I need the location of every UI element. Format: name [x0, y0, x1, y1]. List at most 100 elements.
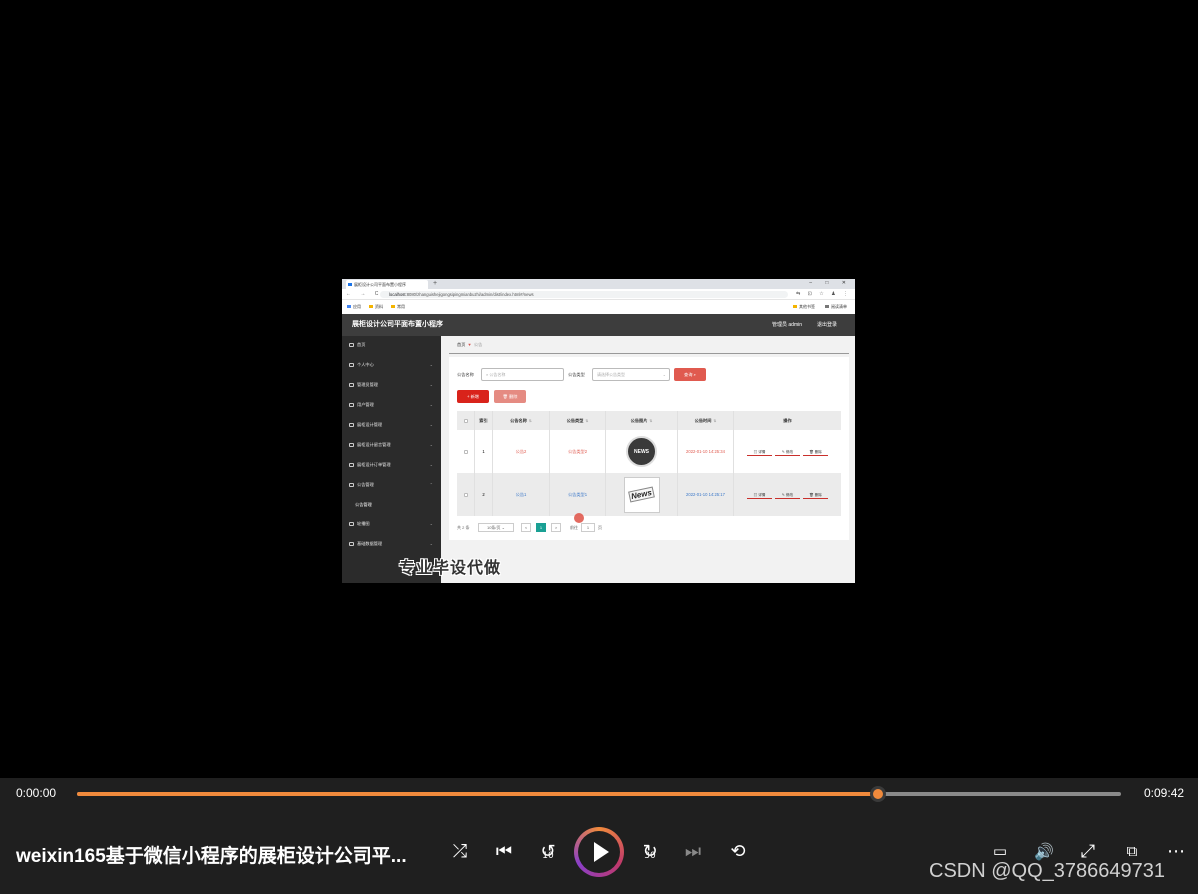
edit-button[interactable]: ✎ 修改	[775, 448, 800, 456]
name-search-input[interactable]: ⌕ 公告名称	[481, 368, 564, 381]
sidebar-item-orders[interactable]: 展柜设计订单管理 ⌄	[342, 459, 441, 471]
repeat-off-icon[interactable]: ⟲	[723, 836, 753, 866]
prev-page-button[interactable]: <	[521, 523, 531, 532]
table-row: 1 公告2 公告类型2 NEWS 2022-01-10 14:25:34 ▤ 详…	[457, 430, 841, 473]
rewind-10-icon[interactable]: ↺ 10	[533, 836, 563, 866]
seek-thumb[interactable]	[869, 786, 886, 802]
watermark-text: 专业毕设代做	[399, 560, 502, 577]
window-controls[interactable]: – □ ✕	[809, 279, 852, 288]
page-size-select[interactable]: 10条/页 ⌄	[478, 523, 514, 532]
bookmark-other[interactable]: 其他书签	[793, 300, 815, 314]
sidebar-item-design[interactable]: 展柜设计管理 ⌄	[342, 419, 441, 431]
bookmark-reading-list[interactable]: 阅读清单	[825, 300, 847, 314]
row-image[interactable]: NEWS	[606, 430, 678, 473]
url-field[interactable]: localhost:8080/zhanguishejigongsipingmia…	[380, 291, 788, 298]
header-image[interactable]: 公告图片 ⇅	[606, 411, 678, 430]
edit-button[interactable]: ✎ 修改	[775, 491, 800, 499]
sidebar-item-messages[interactable]: 展柜设计留言管理 ⌄	[342, 439, 441, 451]
browser-toolbar-icons[interactable]: ⇆ ⊡ ☆ ♟ ⋮	[796, 289, 851, 300]
pager-total: 共 2 条	[457, 525, 470, 530]
sidebar-item-home[interactable]: 首页	[342, 339, 441, 351]
header-type[interactable]: 公告类型 ⇅	[550, 411, 606, 430]
detail-button[interactable]: ▤ 详情	[747, 491, 772, 499]
header-time[interactable]: 公告时间 ⇅	[678, 411, 734, 430]
seek-bar[interactable]	[77, 786, 1121, 802]
sidebar-item-profile[interactable]: 个人中心 ⌄	[342, 359, 441, 371]
reading-list-icon	[825, 305, 829, 309]
select-all-checkbox[interactable]	[457, 411, 475, 430]
video-title: weixin165基于微信小程序的展柜设计公司平...	[16, 846, 407, 867]
search-icon: ⌕	[693, 372, 696, 377]
query-button[interactable]: 查询 ⌕	[674, 368, 706, 381]
row-name: 公告1	[493, 473, 550, 516]
sort-icon: ⇅	[528, 418, 532, 423]
address-bar-row: ← → C localhost:8080/zhanguishejigongsip…	[342, 289, 855, 300]
add-button[interactable]: + 新增	[457, 390, 489, 403]
chevron-down-icon: ⌄	[429, 442, 433, 447]
shuffle-icon[interactable]: ⤮	[445, 836, 475, 866]
bookmark-ziliao[interactable]: 资料	[369, 300, 383, 314]
header-actions: 操作	[783, 417, 792, 423]
sidebar-item-admins[interactable]: 管理员管理 ⌄	[342, 379, 441, 391]
url-host: localhost	[389, 292, 406, 297]
video-stage: 展柜设计公司平面布置小程序 + – □ ✕ ← → C localhost:80…	[0, 0, 1198, 778]
content-panel: 公告名称 ⌕ 公告名称 公告类型 请选择公告类型 ⌄ 查询 ⌕ + 新增 🗑 删除…	[449, 357, 849, 540]
row-index: 1	[475, 430, 493, 473]
row-actions: ▤ 详情 ✎ 修改 🗑 删除	[734, 473, 841, 516]
forward-30-label: 30	[644, 851, 656, 861]
previous-icon[interactable]: ⏮	[489, 836, 519, 866]
grid-icon	[349, 521, 354, 526]
next-page-button[interactable]: >	[551, 523, 561, 532]
send-icon	[349, 442, 354, 447]
news-globe-image: NEWS	[626, 436, 657, 467]
goto-label: 前往	[570, 525, 578, 530]
more-options-icon[interactable]: ⋯	[1161, 836, 1191, 866]
row-checkbox[interactable]	[457, 430, 475, 473]
bookmark-apps[interactable]: 应用	[347, 300, 361, 314]
new-tab-button[interactable]: +	[433, 279, 437, 289]
row-actions: ▤ 详情 ✎ 修改 🗑 删除	[734, 430, 841, 473]
browser-tab-bar: 展柜设计公司平面布置小程序 + – □ ✕	[342, 279, 855, 289]
goto-input[interactable]: 1	[581, 523, 595, 532]
table-row: 2 公告1 公告类型1 News 2022-01-10 14:25:17 ▤ 详…	[457, 473, 841, 516]
header-name[interactable]: 公告名称 ⇅	[493, 411, 550, 430]
type-select[interactable]: 请选择公告类型 ⌄	[592, 368, 670, 381]
row-checkbox[interactable]	[457, 473, 475, 516]
next-icon[interactable]: ⏭	[678, 836, 708, 866]
sidebar-item-users[interactable]: 用户管理 ⌄	[342, 399, 441, 411]
sidebar-item-base-data[interactable]: 基础数据管理 ⌄	[342, 538, 441, 550]
row-image[interactable]: News	[606, 473, 678, 516]
location-icon	[349, 462, 354, 467]
name-label: 公告名称	[457, 372, 474, 377]
current-user: 管理员 admin	[772, 322, 803, 328]
browser-nav-buttons[interactable]: ← → C	[346, 289, 382, 300]
page-1-button[interactable]: 1	[536, 523, 546, 532]
grid-icon	[349, 541, 354, 546]
bookmark-changyong[interactable]: 常用	[391, 300, 405, 314]
breadcrumb-home[interactable]: 首页	[457, 342, 465, 347]
mouse-cursor-highlight	[574, 513, 584, 523]
seek-progress	[77, 792, 878, 796]
delete-button[interactable]: 🗑 删除	[803, 491, 828, 499]
logout-link[interactable]: 退出登录	[817, 314, 837, 336]
browser-tab[interactable]: 展柜设计公司平面布置小程序	[346, 280, 428, 289]
building-icon	[349, 422, 354, 427]
play-button[interactable]	[574, 827, 624, 877]
sidebar-subitem-notice-manage[interactable]: 公告管理	[342, 499, 441, 511]
delete-button[interactable]: 🗑 删除	[803, 448, 828, 456]
chevron-down-icon: ⌄	[662, 372, 666, 377]
chevron-down-icon: ⌄	[429, 422, 433, 427]
url-path: :8080/zhanguishejigongsipingmianbuzhi/ad…	[405, 292, 534, 297]
sidebar-item-notices[interactable]: 公告管理 ⌃	[342, 479, 441, 491]
favicon-icon	[348, 283, 352, 286]
forward-30-icon[interactable]: ↻ 30	[635, 836, 665, 866]
main-content: 首页 ♥ 公告 公告名称 ⌕ 公告名称 公告类型 请选择公告类型 ⌄ 查询 ⌕ + 新…	[441, 336, 855, 583]
sidebar-item-carousel[interactable]: 轮播图 ⌄	[342, 518, 441, 530]
user-icon	[349, 362, 354, 367]
sort-icon: ⇅	[649, 418, 653, 423]
type-label: 公告类型	[568, 372, 585, 377]
chevron-down-icon: ⌄	[429, 462, 433, 467]
detail-button[interactable]: ▤ 详情	[747, 448, 772, 456]
batch-delete-button[interactable]: 🗑 删除	[494, 390, 526, 403]
row-type: 公告类型1	[550, 473, 606, 516]
